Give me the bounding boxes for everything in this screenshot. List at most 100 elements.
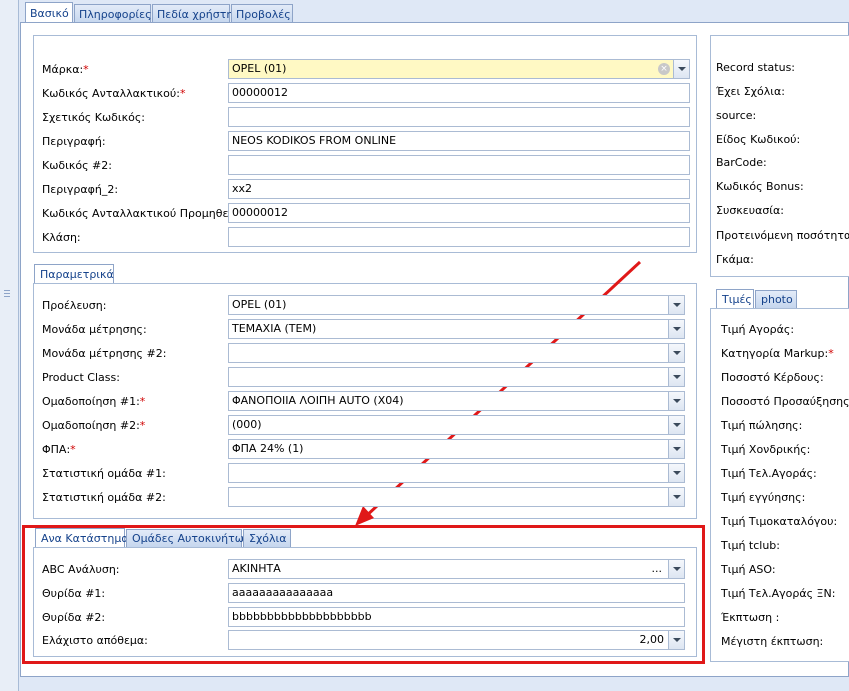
main-field-input[interactable] (228, 155, 690, 175)
main-field-label: Κωδικός Ανταλλακτικού:* (42, 87, 185, 100)
chevron-down-icon[interactable] (668, 440, 684, 458)
price-label: Ποσοστό Κέρδους: (721, 371, 824, 384)
chevron-down-icon[interactable] (668, 488, 684, 506)
main-field-label-text: Κλάση: (42, 231, 81, 244)
field-value: ΤΕΜΑΧΙΑ (ΤΕΜ) (232, 322, 317, 335)
required-marker: * (70, 443, 76, 456)
param-field-label-text: Προέλευση: (42, 299, 107, 312)
tab-user-fields[interactable]: Πεδία χρήστη (152, 4, 233, 23)
main-field-input[interactable]: NEOS KODIKOS FROM ONLINE (228, 131, 690, 151)
param-combo[interactable]: (000) (228, 415, 685, 435)
param-field-label-text: Ομαδοποίηση #1: (42, 395, 140, 408)
param-field-label-text: Στατιστική ομάδα #2: (42, 491, 166, 504)
param-combo[interactable] (228, 367, 685, 387)
record-info-label: Έχει Σχόλια: (716, 85, 785, 98)
main-field-input[interactable] (228, 227, 690, 247)
price-label-text: Τιμή πώλησης: (721, 419, 803, 432)
field-value: xx2 (232, 182, 253, 195)
field-value: ΦΑΝΟΠΟΙΙΑ ΛΟΙΠΗ AUTO (X04) (232, 394, 404, 407)
chevron-down-icon[interactable] (673, 60, 689, 78)
main-field-label: Μάρκα:* (42, 63, 89, 76)
chevron-down-icon[interactable] (668, 320, 684, 338)
main-field-label: Κλάση: (42, 231, 81, 244)
price-label-text: Ποσοστό Κέρδους: (721, 371, 824, 384)
tab-views[interactable]: Προβολές (231, 4, 293, 23)
chevron-down-icon[interactable] (668, 416, 684, 434)
required-marker: * (139, 419, 146, 432)
record-info-label: Προτεινόμενη ποσότητα: (716, 229, 849, 242)
param-field-label-text: Μονάδα μέτρησης #2: (42, 347, 167, 360)
price-label: Έκπτωση : (721, 611, 779, 624)
tab-basic[interactable]: Βασικό (25, 2, 73, 24)
chevron-down-icon[interactable] (668, 464, 684, 482)
param-combo[interactable]: ΦΠΑ 24% (1) (228, 439, 685, 459)
param-field-label-text: Στατιστική ομάδα #1: (42, 467, 166, 480)
splitter-grip (4, 296, 10, 297)
param-field-label: ΦΠΑ:* (42, 443, 76, 456)
price-label-text: Έκπτωση : (721, 611, 780, 624)
clear-icon[interactable]: × (658, 63, 670, 75)
tab-prices[interactable]: Τιμές (716, 289, 754, 309)
param-field-label-text: ΦΠΑ: (42, 443, 71, 456)
price-label: Τιμή Χονδρικής: (721, 443, 810, 456)
field-value: OPEL (01) (232, 62, 287, 75)
main-field-input[interactable]: 00000012 (228, 203, 690, 223)
param-combo[interactable]: ΦΑΝΟΠΟΙΙΑ ΛΟΙΠΗ AUTO (X04) (228, 391, 685, 411)
record-info-label: Συσκευασία: (716, 204, 784, 217)
param-combo[interactable] (228, 487, 685, 507)
param-field-label: Προέλευση: (42, 299, 106, 312)
price-label-text: Κατηγορία Markup: (721, 347, 829, 360)
chevron-down-icon[interactable] (668, 296, 684, 314)
field-value: ΦΠΑ 24% (1) (232, 442, 304, 455)
record-info-label: source: (716, 109, 757, 122)
field-value: NEOS KODIKOS FROM ONLINE (232, 134, 397, 147)
param-field-label: Μονάδα μέτρησης #2: (42, 347, 166, 360)
main-tab-bar: Βασικό Πληροφορίες Πεδία χρήστη Προβολές (18, 0, 849, 24)
price-label: Τιμή ASO: (721, 563, 776, 576)
param-field-label: Ομαδοποίηση #2:* (42, 419, 145, 432)
param-field-label: Στατιστική ομάδα #2: (42, 491, 166, 504)
price-label: Τιμή tclub: (721, 539, 780, 552)
price-label: Τιμή Τιμοκαταλόγου: (721, 515, 837, 528)
price-label-text: Τιμή tclub: (721, 539, 780, 552)
highlight-box (22, 525, 705, 664)
price-label: Τιμή εγγύησης: (721, 491, 805, 504)
required-marker: * (83, 63, 89, 76)
required-marker: * (179, 87, 186, 100)
price-label-text: Ποσοστό Προσαύξησης: (721, 395, 849, 408)
left-splitter[interactable] (0, 0, 19, 691)
chevron-down-icon[interactable] (668, 392, 684, 410)
param-combo[interactable]: OPEL (01) (228, 295, 685, 315)
field-value: 00000012 (232, 206, 288, 219)
param-field-label: Ομαδοποίηση #1:* (42, 395, 145, 408)
field-value: (000) (232, 418, 262, 431)
price-label: Κατηγορία Markup:* (721, 347, 834, 360)
main-field-label: Περιγραφή: (42, 135, 106, 148)
main-field-label: Κωδικός #2: (42, 159, 112, 172)
tab-info[interactable]: Πληροφορίες (74, 4, 152, 23)
price-label-text: Τιμή Τιμοκαταλόγου: (721, 515, 838, 528)
record-info-label: Γκάμα: (716, 253, 754, 266)
main-field-input[interactable]: xx2 (228, 179, 690, 199)
tab-parametrika[interactable]: Παραμετρικά (34, 264, 114, 284)
main-field-input[interactable]: 00000012 (228, 83, 690, 103)
price-label-text: Τιμή εγγύησης: (721, 491, 806, 504)
param-combo[interactable]: ΤΕΜΑΧΙΑ (ΤΕΜ) (228, 319, 685, 339)
param-field-label-text: Product Class: (42, 371, 120, 384)
main-field-input[interactable] (228, 107, 690, 127)
chevron-down-icon[interactable] (668, 368, 684, 386)
price-label-text: Τιμή Τελ.Αγοράς ΞΝ: (721, 587, 836, 600)
tab-photo[interactable]: photo (755, 290, 797, 308)
main-field-label: Περιγραφή_2: (42, 183, 118, 196)
main-field-label-text: Κωδικός Ανταλλακτικού Προμηθευτή: (42, 207, 253, 220)
param-combo[interactable] (228, 463, 685, 483)
brand-combo[interactable]: OPEL (01) × (228, 59, 690, 79)
param-field-label-text: Ομαδοποίηση #2: (42, 419, 140, 432)
param-field-label: Στατιστική ομάδα #1: (42, 467, 166, 480)
param-combo[interactable] (228, 343, 685, 363)
param-field-label-text: Μονάδα μέτρησης: (42, 323, 147, 336)
chevron-down-icon[interactable] (668, 344, 684, 362)
main-field-label: Κωδικός Ανταλλακτικού Προμηθευτή: (42, 207, 252, 220)
field-value: OPEL (01) (232, 298, 287, 311)
record-info-label: BarCode: (716, 156, 767, 169)
